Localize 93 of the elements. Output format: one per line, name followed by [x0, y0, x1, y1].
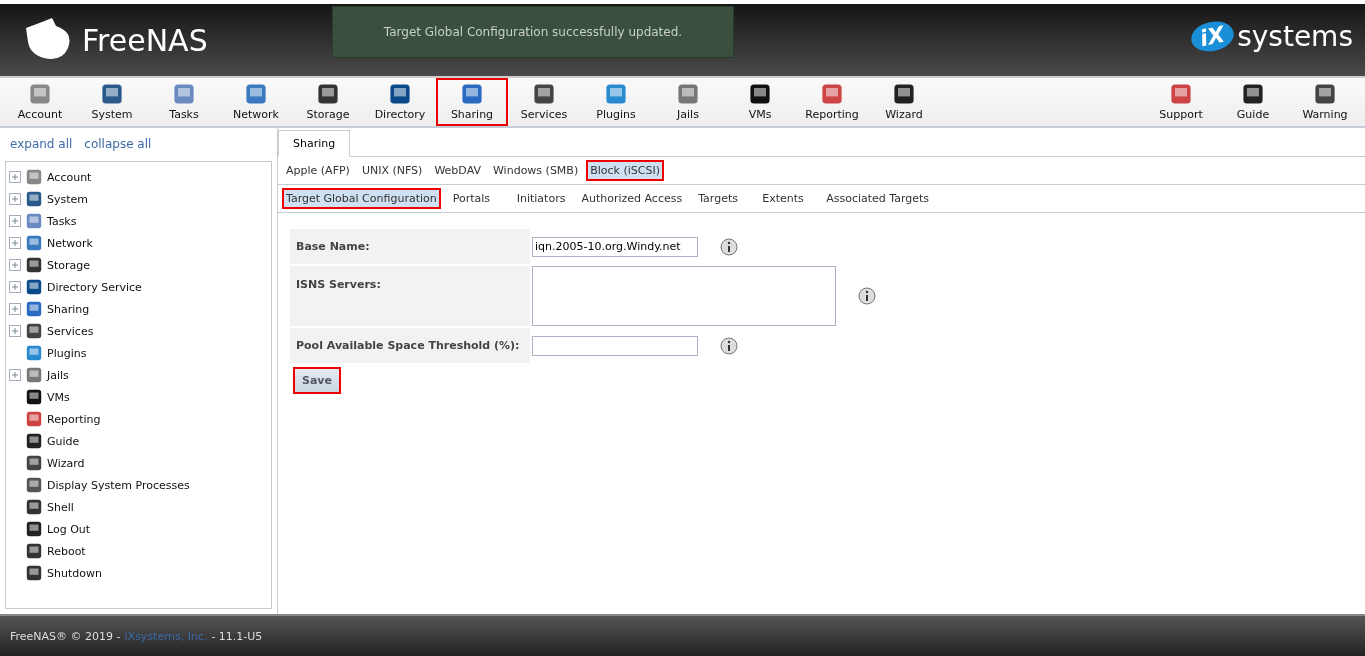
save-button[interactable]: Save [293, 367, 341, 394]
iscsi-tab[interactable]: Initiators [512, 188, 570, 209]
text-field[interactable]: iqn.2005-10.org.Windy.net [532, 236, 698, 257]
menu-item-icon [25, 256, 43, 274]
menu-item-icon [25, 564, 43, 582]
tree-item[interactable]: Services [47, 324, 94, 338]
menu-item-icon [25, 388, 43, 406]
nav-button[interactable]: Tasks [148, 78, 220, 126]
tree-item[interactable]: Directory Service [47, 280, 142, 294]
expand-icon[interactable] [9, 325, 21, 337]
nav-button[interactable]: Sharing [436, 78, 508, 126]
nav-button[interactable]: Plugins [580, 78, 652, 126]
menu-item-icon [25, 476, 43, 494]
menu-item-icon [25, 454, 43, 472]
tree-item[interactable]: Wizard [47, 456, 85, 470]
field-label: ISNS Servers: [290, 266, 530, 326]
tree-item[interactable]: Jails [47, 368, 69, 382]
tree-item[interactable]: Account [47, 170, 92, 184]
tree-item[interactable]: Network [47, 236, 93, 250]
tree-item[interactable]: System [47, 192, 89, 206]
field-label: Pool Available Space Threshold (%): [290, 328, 530, 363]
tree-item[interactable]: Sharing [47, 302, 90, 316]
tree-item[interactable]: Storage [47, 258, 91, 272]
info-icon[interactable] [720, 336, 738, 355]
tree-toggle-link[interactable]: expand all [10, 137, 73, 151]
nav-button[interactable]: Support [1145, 78, 1217, 126]
nav-button[interactable]: Account [4, 78, 76, 126]
iscsi-tab[interactable]: Target Global Configuration [282, 188, 441, 209]
expand-icon[interactable] [9, 281, 21, 293]
field-label: Base Name: [290, 229, 530, 264]
tree-item[interactable]: Display System Processes [47, 478, 190, 492]
nav-button[interactable]: Network [220, 78, 292, 126]
nav-button[interactable]: VMs [724, 78, 796, 126]
tree-item[interactable]: Shutdown [47, 566, 102, 580]
nav-button[interactable]: Warning [1289, 78, 1361, 126]
expand-icon[interactable] [9, 193, 21, 205]
expand-icon[interactable] [9, 237, 21, 249]
menu-item-icon [25, 234, 43, 252]
iscsi-tab[interactable]: Extents [758, 188, 815, 209]
tree-item[interactable]: Reporting [47, 412, 101, 426]
share-tab[interactable]: WebDAV [430, 160, 485, 181]
expand-icon[interactable] [9, 303, 21, 315]
menu-item-icon [25, 168, 43, 186]
nav-button[interactable]: Guide [1217, 78, 1289, 126]
share-tab[interactable]: Apple (AFP) [282, 160, 354, 181]
nav-button[interactable]: System [76, 78, 148, 126]
iscsi-tab[interactable]: Targets [694, 188, 751, 209]
text-field[interactable] [532, 335, 698, 356]
expand-icon[interactable] [9, 171, 21, 183]
menu-item-icon [25, 278, 43, 296]
menu-item-icon [25, 542, 43, 560]
nav-button[interactable]: Wizard [868, 78, 940, 126]
tree-item[interactable]: Plugins [47, 346, 87, 360]
menu-item-icon [25, 190, 43, 208]
info-icon[interactable] [858, 287, 876, 305]
menu-item-icon [25, 344, 43, 362]
share-tab[interactable]: Block (iSCSI) [586, 160, 664, 181]
iscsi-tab[interactable]: Associated Targets [822, 188, 934, 209]
menu-item-icon [25, 432, 43, 450]
nav-button[interactable]: Services [508, 78, 580, 126]
share-tab[interactable]: Windows (SMB) [489, 160, 583, 181]
isns-servers-field[interactable] [532, 266, 836, 326]
tree-item[interactable]: Reboot [47, 544, 86, 558]
footer-text: FreeNAS® © 2019 - [10, 629, 121, 643]
menu-item-icon [25, 322, 43, 340]
version-text: - 11.1-U5 [211, 629, 263, 643]
expand-icon[interactable] [9, 259, 21, 271]
menu-item-icon [25, 300, 43, 318]
iscsi-tab[interactable]: Portals [448, 188, 505, 209]
menu-item-icon [25, 366, 43, 384]
tree-item[interactable]: Log Out [47, 522, 91, 536]
nav-button[interactable]: Jails [652, 78, 724, 126]
tree-item[interactable]: Guide [47, 434, 80, 448]
success-notice: Target Global Configuration successfully updated. [332, 6, 734, 58]
freenas-logo-text: FreeNAS [82, 22, 208, 58]
nav-button[interactable]: Reporting [796, 78, 868, 126]
tree-item[interactable]: Shell [47, 500, 74, 514]
info-icon[interactable] [720, 237, 738, 256]
menu-item-icon [25, 498, 43, 516]
iscsi-tab[interactable]: Authorized Access [577, 188, 687, 209]
tree-item[interactable]: VMs [47, 390, 70, 404]
nav-button[interactable]: Storage [292, 78, 364, 126]
section-tab[interactable]: Sharing [278, 130, 351, 157]
tree-item[interactable]: Tasks [47, 214, 77, 228]
expand-icon[interactable] [9, 369, 21, 381]
tree-toggle-link[interactable]: collapse all [84, 137, 152, 151]
menu-item-icon [25, 520, 43, 538]
menu-item-icon [25, 212, 43, 230]
brand-text: systems [1237, 20, 1353, 53]
share-tab[interactable]: UNIX (NFS) [357, 160, 427, 181]
nav-button[interactable]: Directory [364, 78, 436, 126]
menu-item-icon [25, 410, 43, 428]
expand-icon[interactable] [9, 215, 21, 227]
